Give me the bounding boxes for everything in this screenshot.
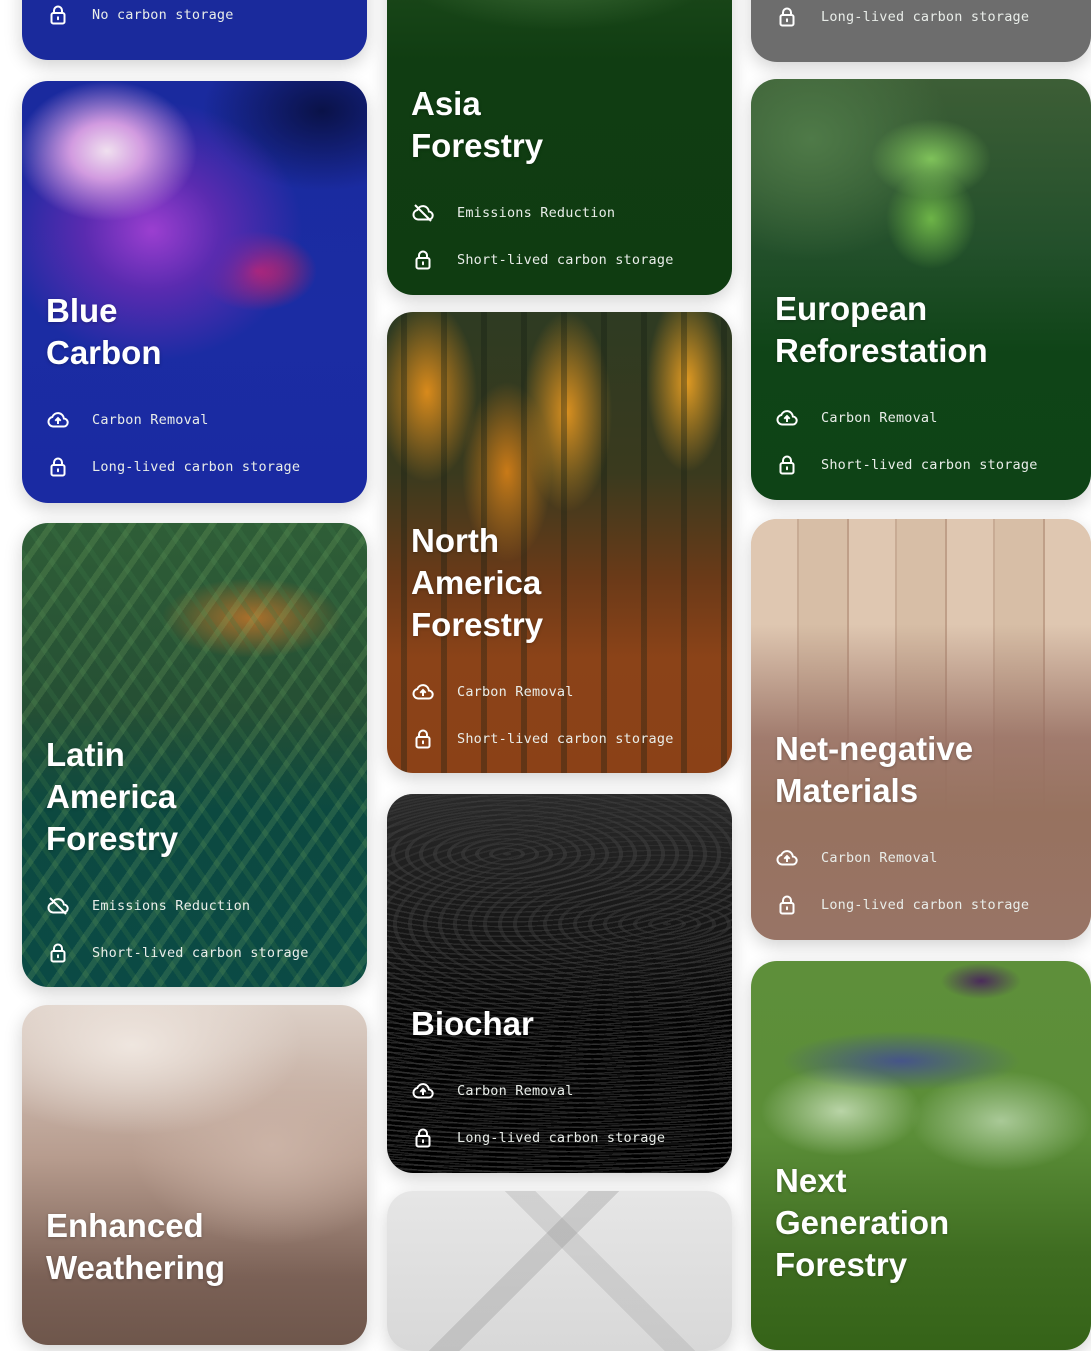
attr-storage: Short-lived carbon storage xyxy=(775,441,1075,488)
card-top-grey[interactable]: Long-lived carbon storage xyxy=(751,0,1091,62)
card-biochar[interactable]: Biochar Carbon Removal Long-lived carbon… xyxy=(387,794,732,1173)
card-asia-forestry[interactable]: Asia Forestry Emissions Reduction Short-… xyxy=(387,0,732,295)
lock-icon xyxy=(775,453,799,477)
attr-storage-label: Short-lived carbon storage xyxy=(457,251,674,268)
attr-storage-label: Long-lived carbon storage xyxy=(821,8,1030,25)
attr-storage-label: Short-lived carbon storage xyxy=(821,456,1038,473)
card-net-negative-materials[interactable]: Net-negative Materials Carbon Removal Lo… xyxy=(751,519,1091,940)
cloud-upload-icon xyxy=(411,1079,435,1103)
card-background xyxy=(387,1191,732,1351)
card-north-america-forestry[interactable]: North America Forestry Carbon Removal Sh… xyxy=(387,312,732,773)
attr-storage-label: No carbon storage xyxy=(92,6,234,23)
card-european-reforestation[interactable]: European Reforestation Carbon Removal Sh… xyxy=(751,79,1091,500)
card-latin-america-forestry[interactable]: Latin America Forestry Emissions Reducti… xyxy=(22,523,367,987)
attr-storage: Long-lived carbon storage xyxy=(775,0,1075,40)
card-top-blue[interactable]: No carbon storage xyxy=(22,0,367,60)
attr-storage-label: Long-lived carbon storage xyxy=(457,1129,666,1146)
attr-storage: Short-lived carbon storage xyxy=(46,929,351,976)
card-title: Asia Forestry xyxy=(411,85,544,164)
attr-type-label: Carbon Removal xyxy=(457,683,574,700)
card-blue-carbon[interactable]: Blue Carbon Carbon Removal Long-lived ca… xyxy=(22,81,367,503)
card-title: European Reforestation xyxy=(775,290,988,369)
card-title: Enhanced Weathering xyxy=(46,1207,226,1286)
attr-storage: Long-lived carbon storage xyxy=(46,443,351,490)
cloud-off-icon xyxy=(46,894,70,918)
attr-type-label: Emissions Reduction xyxy=(457,204,616,221)
attr-storage-label: Short-lived carbon storage xyxy=(457,730,674,747)
attr-type: Emissions Reduction xyxy=(46,882,351,929)
card-title: Biochar xyxy=(411,1005,534,1042)
card-title: Net-negative Materials xyxy=(775,730,974,809)
attr-type-label: Carbon Removal xyxy=(821,849,938,866)
cloud-upload-icon xyxy=(775,406,799,430)
lock-icon xyxy=(46,3,70,27)
lock-icon xyxy=(411,248,435,272)
card-architecture[interactable] xyxy=(387,1191,732,1351)
attr-type: Carbon Removal xyxy=(775,394,1075,441)
lock-icon xyxy=(46,941,70,965)
attr-type: Carbon Removal xyxy=(775,834,1075,881)
lock-icon xyxy=(46,455,70,479)
card-next-generation-forestry[interactable]: Next Generation Forestry xyxy=(751,961,1091,1350)
attr-storage: Short-lived carbon storage xyxy=(411,236,716,283)
attr-type-label: Carbon Removal xyxy=(457,1082,574,1099)
cloud-upload-icon xyxy=(775,846,799,870)
attr-type-label: Carbon Removal xyxy=(821,409,938,426)
attr-storage: Long-lived carbon storage xyxy=(775,881,1075,928)
attr-type: Emissions Reduction xyxy=(411,189,716,236)
attr-storage: Short-lived carbon storage xyxy=(411,715,716,762)
attr-type: Carbon Removal xyxy=(411,1067,716,1114)
cloud-upload-icon xyxy=(46,408,70,432)
attr-type-label: Emissions Reduction xyxy=(92,897,251,914)
attr-storage-label: Long-lived carbon storage xyxy=(821,896,1030,913)
attr-storage: No carbon storage xyxy=(46,0,351,38)
lock-icon xyxy=(411,727,435,751)
card-title: Next Generation Forestry xyxy=(775,1162,950,1283)
attr-storage: Long-lived carbon storage xyxy=(411,1114,716,1161)
card-title: Latin America Forestry xyxy=(46,736,179,857)
attr-type-label: Carbon Removal xyxy=(92,411,209,428)
attr-type: Carbon Removal xyxy=(46,396,351,443)
card-enhanced-weathering[interactable]: Enhanced Weathering xyxy=(22,1005,367,1345)
lock-icon xyxy=(411,1126,435,1150)
lock-icon xyxy=(775,5,799,29)
attr-storage-label: Short-lived carbon storage xyxy=(92,944,309,961)
card-title: Blue Carbon xyxy=(46,292,162,371)
lock-icon xyxy=(775,893,799,917)
cloud-upload-icon xyxy=(411,680,435,704)
card-title: North America Forestry xyxy=(411,522,544,643)
attr-type: Carbon Removal xyxy=(411,668,716,715)
cloud-off-icon xyxy=(411,201,435,225)
attr-storage-label: Long-lived carbon storage xyxy=(92,458,301,475)
